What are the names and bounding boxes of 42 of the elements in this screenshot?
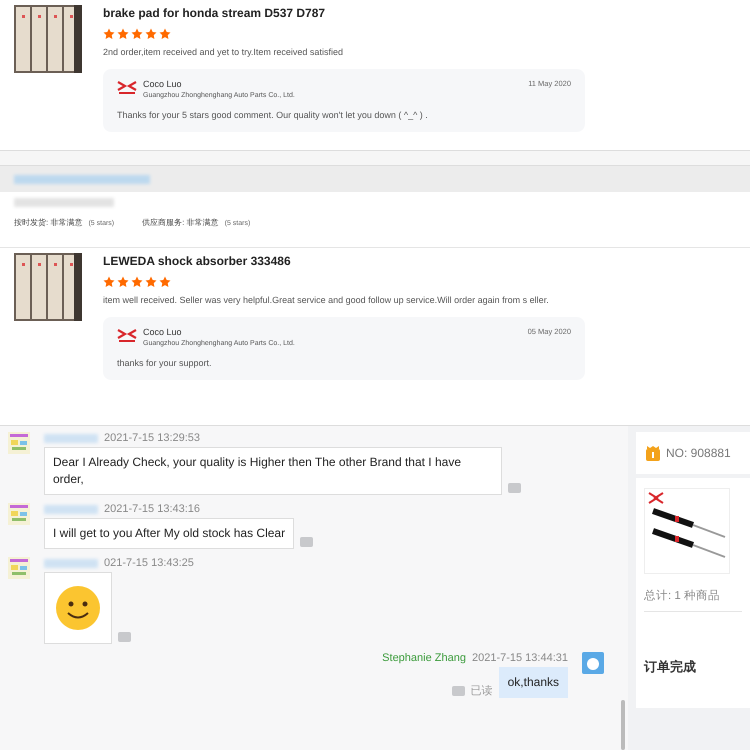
star-icon: [131, 276, 143, 288]
message-time: 2021-7-15 13:43:16: [104, 503, 200, 515]
read-status: 已读: [470, 684, 493, 698]
sender-name: Stephanie Zhang: [382, 652, 466, 664]
star-icon: [103, 276, 115, 288]
star-icon: [159, 28, 171, 40]
order-total: 总计: 1 种商品: [644, 588, 742, 612]
logo-icon: [117, 327, 137, 343]
reply-text: thanks for your support.: [117, 358, 213, 368]
smiley-icon: [54, 584, 102, 632]
message-time: 2021-7-15 13:29:53: [104, 432, 200, 444]
reply-text: Thanks for your 5 stars good comment. Our quality won't let you down ( ^_^ ) .: [117, 110, 429, 120]
blurred-name: [44, 434, 98, 442]
message-time: 021-7-15 13:43:25: [104, 557, 194, 569]
star-icon: [159, 276, 171, 288]
money-bag-icon: [644, 444, 662, 462]
message-time: 2021-7-15 13:44:31: [472, 652, 568, 664]
seller-name: Coco Luo: [143, 327, 183, 338]
message-bubble: Dear I Already Check, your quality is Higher then The other Brand that I have order,: [44, 447, 502, 495]
avatar-icon: [582, 652, 604, 674]
order-number: NO: 908881: [666, 446, 731, 460]
message-bubble: ok,thanks: [498, 667, 568, 698]
review-text: 2nd order,item received and yet to try.Item received satisfied: [103, 46, 344, 59]
order-status: 订单完成: [644, 658, 697, 676]
product-title: LEWEDA shock absorber 333486: [103, 254, 292, 268]
seller-name: Coco Luo: [143, 79, 183, 90]
more-button[interactable]: [508, 483, 521, 493]
star-icon: [145, 28, 157, 40]
blurred-name: [44, 558, 98, 568]
star-icon: [103, 28, 115, 40]
star-icon: [145, 276, 157, 288]
product-title: brake pad for honda stream D537 D787: [103, 6, 326, 20]
logo-icon: [117, 79, 137, 95]
more-button[interactable]: [452, 686, 465, 696]
blurred-name: [44, 504, 98, 514]
star-icon: [117, 276, 129, 288]
message-bubble: I will get to you After My old stock has Clear: [44, 518, 294, 549]
more-button[interactable]: [118, 632, 131, 642]
review-text: item well received. Seller was very helpful.Great service and good follow up service.Will order again from s eller.: [103, 294, 550, 307]
star-icon: [117, 28, 129, 40]
more-button[interactable]: [300, 537, 314, 547]
star-icon: [131, 28, 143, 40]
